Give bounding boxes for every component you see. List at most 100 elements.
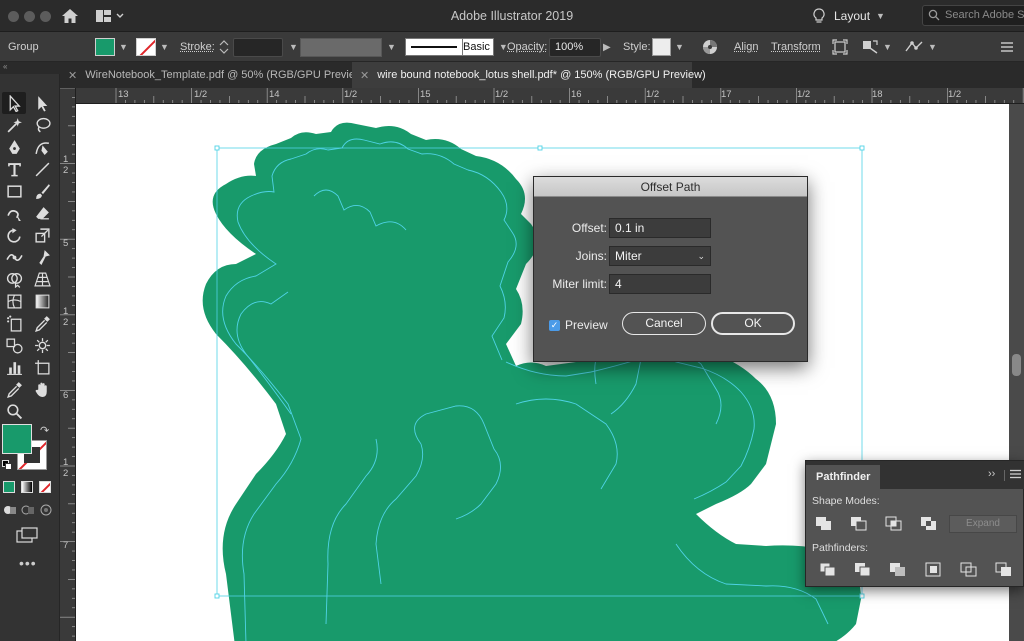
crop-icon[interactable] [925, 562, 942, 577]
exclude-icon[interactable] [920, 516, 937, 531]
cancel-button[interactable]: Cancel [622, 312, 706, 335]
draw-normal-icon[interactable] [3, 504, 17, 519]
stroke-label[interactable]: Stroke: [180, 41, 215, 53]
none-mode-button[interactable] [39, 481, 51, 493]
swap-fill-stroke-icon[interactable]: ↷ [40, 424, 49, 437]
selection-tool-icon[interactable] [2, 92, 26, 114]
lightbulb-icon[interactable] [813, 6, 825, 26]
scrollbar-thumb[interactable] [1012, 354, 1021, 376]
magic-wand-tool-icon[interactable] [2, 114, 26, 136]
perspective-grid-tool-icon[interactable] [30, 268, 54, 290]
chevron-down-icon[interactable]: ▼ [883, 42, 892, 52]
shape-builder-tool-icon[interactable] [2, 268, 26, 290]
direct-selection-tool-icon[interactable] [30, 92, 54, 114]
graphic-style-swatch[interactable] [652, 38, 671, 56]
collapse-panel-icon[interactable]: ›› [988, 468, 995, 480]
symbol-sprayer-tool-icon[interactable] [30, 334, 54, 356]
transform-icon[interactable] [861, 39, 879, 55]
rectangle-tool-icon[interactable] [2, 180, 26, 202]
unite-icon[interactable] [815, 516, 832, 531]
preview-checkbox[interactable]: ✓ Preview [549, 315, 608, 335]
minus-back-icon[interactable] [995, 562, 1012, 577]
opacity-field[interactable]: 100% [549, 37, 601, 57]
paintbrush-tool-icon[interactable] [30, 180, 54, 202]
width-tool-icon[interactable] [2, 246, 26, 268]
stroke-color-control[interactable]: ▼ [136, 32, 169, 62]
edit-toolbar-icon[interactable]: ••• [19, 555, 37, 571]
transform-link[interactable]: Transform [771, 41, 821, 53]
default-fill-stroke-icon[interactable] [2, 460, 12, 473]
stroke-weight-field[interactable] [233, 37, 283, 57]
hand-tool-icon[interactable] [30, 378, 54, 400]
vertical-ruler[interactable]: 1 2 5 1 2 6 1 2 7 [60, 88, 76, 641]
puppet-warp-tool-icon[interactable] [30, 246, 54, 268]
collapse-toolbar-icon[interactable]: « [0, 62, 60, 74]
tab-lotus-shell[interactable]: ✕ wire bound notebook_lotus shell.pdf* @… [352, 62, 706, 88]
merge-icon[interactable] [889, 562, 906, 577]
search-stock-input[interactable]: Search Adobe Stock [922, 5, 1024, 26]
slice-tool-icon[interactable] [30, 356, 54, 378]
draw-inside-icon[interactable] [39, 504, 53, 519]
scale-tool-icon[interactable] [30, 224, 54, 246]
divide-icon[interactable] [819, 562, 836, 577]
fill-swatch[interactable] [95, 38, 115, 56]
variable-width-profile[interactable] [300, 37, 382, 57]
panel-menu-icon[interactable] [1000, 32, 1014, 62]
horizontal-ruler[interactable]: 13 1/2 14 1/2 15 1/2 16 1/2 17 1/2 18 1/… [76, 88, 1024, 104]
miter-limit-input[interactable]: 4 [609, 274, 711, 294]
minus-front-icon[interactable] [850, 516, 867, 531]
chevron-down-icon[interactable]: ▼ [675, 42, 684, 52]
gradient-mode-button[interactable] [21, 481, 33, 493]
puppet-warp-icon[interactable] [904, 39, 924, 55]
change-screen-mode-icon[interactable] [16, 527, 38, 546]
align-link[interactable]: Align [734, 41, 758, 53]
chevron-down-icon[interactable]: ▼ [119, 42, 128, 52]
workspace-switcher[interactable]: Layout ▼ [834, 6, 885, 26]
opacity-control[interactable]: 100% ▶ [549, 32, 611, 62]
isolate-group-icon[interactable] [832, 32, 848, 62]
ok-button[interactable]: OK [711, 312, 795, 335]
column-graph-tool-icon[interactable] [2, 356, 26, 378]
stroke-swatch-none[interactable] [136, 38, 156, 56]
eyedropper-tool-icon[interactable] [30, 312, 54, 334]
zoom-tool-icon[interactable] [2, 400, 26, 422]
brush-definition[interactable]: Basic ▼ [405, 32, 508, 62]
pen-tool-icon[interactable] [2, 136, 26, 158]
shaper-tool-icon[interactable] [2, 202, 26, 224]
mesh-tool-icon[interactable] [2, 290, 26, 312]
fill-color-control[interactable]: ▼ [95, 32, 128, 62]
puppet-warp-control[interactable]: ▼ [904, 32, 937, 62]
close-tab-icon[interactable]: ✕ [360, 69, 369, 82]
intersect-icon[interactable] [885, 516, 902, 531]
panel-menu-icon[interactable] [1010, 469, 1021, 482]
outline-icon[interactable] [960, 562, 977, 577]
transform-options-control[interactable]: ▼ [861, 32, 892, 62]
type-tool-icon[interactable] [2, 158, 26, 180]
curvature-tool-icon[interactable] [30, 136, 54, 158]
tab-wirenotebook-template[interactable]: ✕ WireNotebook_Template.pdf @ 50% (RGB/G… [60, 62, 367, 88]
chevron-down-icon[interactable]: ▼ [289, 42, 298, 52]
offset-input[interactable]: 0.1 in [609, 218, 711, 238]
artboard-symbol-sprayer-icon[interactable] [2, 312, 26, 334]
draw-behind-icon[interactable] [21, 504, 35, 519]
trim-icon[interactable] [854, 562, 871, 577]
joins-select[interactable]: Miter ⌄ [609, 246, 711, 266]
rotate-tool-icon[interactable] [2, 224, 26, 246]
chevron-down-icon[interactable]: ▼ [387, 42, 396, 52]
graphic-style-control[interactable]: ▼ [652, 32, 684, 62]
chevron-down-icon[interactable]: ▼ [928, 42, 937, 52]
eraser-tool-icon[interactable] [30, 202, 54, 224]
opacity-label[interactable]: Opacity: [507, 41, 547, 53]
blend-tool-icon[interactable] [2, 334, 26, 356]
expand-button[interactable]: Expand [949, 515, 1017, 533]
line-segment-tool-icon[interactable] [30, 158, 54, 180]
fill-color-swatch[interactable] [2, 424, 32, 454]
chevron-right-icon[interactable]: ▶ [603, 42, 611, 53]
stepper-arrows-icon[interactable] [218, 38, 230, 56]
checkmark-icon[interactable]: ✓ [549, 319, 560, 331]
color-mode-button[interactable] [3, 481, 15, 493]
recolor-artwork-icon[interactable] [702, 32, 718, 62]
chevron-down-icon[interactable]: ▼ [160, 42, 169, 52]
stroke-weight-stepper[interactable]: ▼ [218, 32, 298, 62]
eyedropper-alt-tool-icon[interactable] [2, 378, 26, 400]
